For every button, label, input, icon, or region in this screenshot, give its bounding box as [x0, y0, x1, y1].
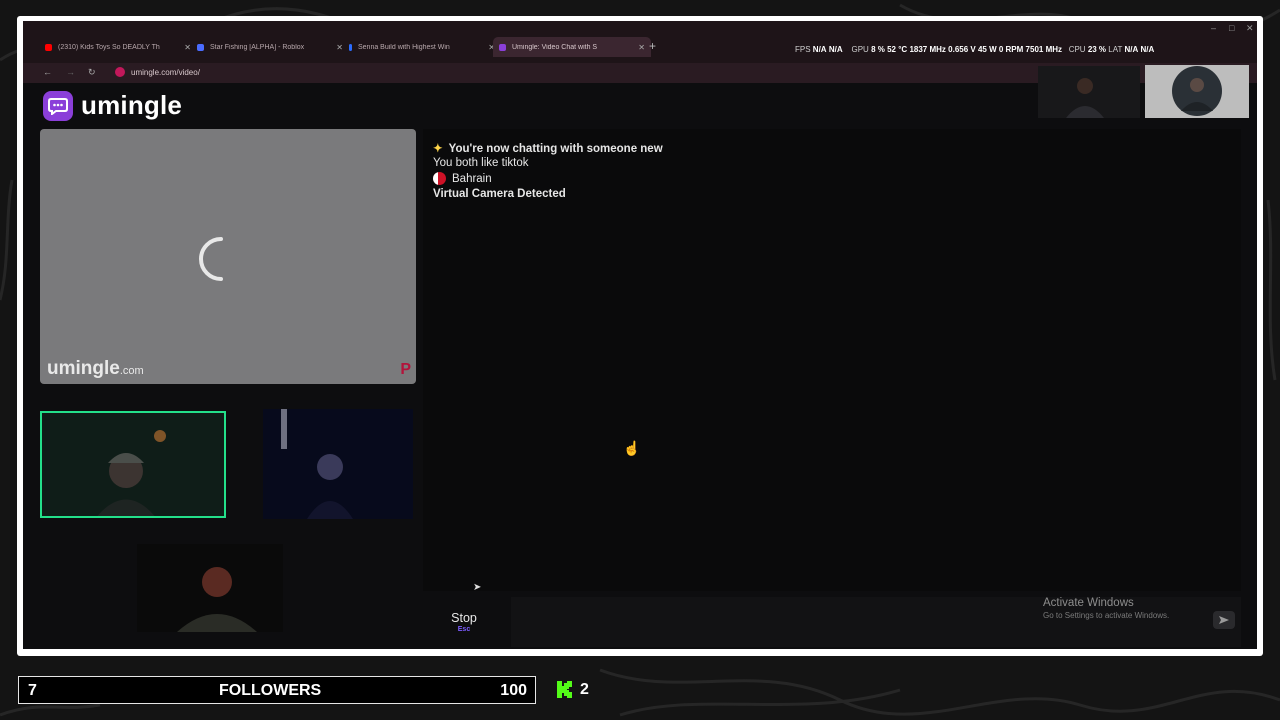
- streamer-webcam-3: [137, 544, 283, 632]
- tab-strip: (2310) Kids Toys So DEADLY Th ✕ Star Fis…: [23, 21, 1257, 63]
- new-tab-button[interactable]: +: [649, 39, 656, 53]
- forward-icon[interactable]: →: [66, 67, 75, 77]
- close-window-icon[interactable]: ✕: [1246, 23, 1254, 34]
- kick-icon: [557, 681, 572, 698]
- followers-goal: 100: [500, 682, 527, 699]
- webcam-feed-small: [1038, 66, 1140, 118]
- close-icon[interactable]: ✕: [184, 43, 191, 52]
- stop-label: Stop: [451, 611, 477, 625]
- arrow-cursor-icon: ➤: [473, 582, 482, 593]
- performance-overlay: FPS N/A N/A GPU 8 % 52 °C 1837 MHz 0.656…: [795, 45, 1155, 54]
- sparkle-icon: ✦: [433, 143, 443, 155]
- tab-umingle[interactable]: Umingle: Video Chat with S ✕: [493, 37, 651, 57]
- shortcut-hint: Esc: [457, 626, 471, 633]
- close-icon[interactable]: ✕: [638, 43, 645, 52]
- bahrain-flag-icon: [433, 172, 446, 185]
- person-silhouette: [1145, 65, 1249, 118]
- chat-bubble-icon: [43, 90, 73, 121]
- person-silhouette: [42, 413, 224, 516]
- stop-button[interactable]: Stop Esc: [423, 597, 505, 647]
- system-message-virtual-camera: Virtual Camera Detected: [433, 188, 566, 200]
- send-button[interactable]: [1213, 611, 1235, 629]
- activate-title: Activate Windows: [1043, 597, 1134, 609]
- person-silhouette: [1038, 66, 1140, 118]
- reload-icon[interactable]: ↻: [88, 67, 96, 78]
- loading-spinner-icon: [199, 237, 223, 281]
- person-silhouette: [137, 544, 283, 632]
- system-message-country: Bahrain: [433, 172, 492, 185]
- p-badge-icon: P: [400, 361, 411, 378]
- activate-windows-notice: Activate Windows Go to Settings to activ…: [1043, 597, 1169, 620]
- streamer-webcam-1: [40, 411, 226, 518]
- site-logo[interactable]: umingle: [43, 90, 182, 121]
- stranger-video: umingle.com P: [40, 129, 416, 384]
- person-silhouette: [263, 409, 413, 519]
- url-field[interactable]: umingle.com/video/: [131, 68, 200, 77]
- follower-goal-bar: 7 FOLLOWERS 100: [18, 676, 536, 704]
- youtube-icon: [45, 43, 52, 51]
- followers-label: FOLLOWERS: [219, 682, 322, 699]
- tab-youtube[interactable]: (2310) Kids Toys So DEADLY Th ✕: [39, 38, 197, 56]
- hand-cursor-icon: ☝: [623, 440, 641, 456]
- back-icon[interactable]: ←: [43, 67, 52, 77]
- kick-count: 2: [580, 681, 589, 698]
- maximize-icon[interactable]: □: [1229, 23, 1234, 33]
- streamer-webcam-2: [263, 409, 413, 519]
- roblox-icon: [197, 43, 204, 51]
- tab-senna[interactable]: Senna Build with Highest Win ✕: [343, 38, 501, 56]
- site-info-icon[interactable]: [115, 67, 125, 77]
- tab-roblox[interactable]: Star Fishing [ALPHA] - Roblox ✕: [191, 38, 349, 56]
- umingle-icon: [499, 43, 506, 51]
- followers-current: 7: [28, 682, 37, 699]
- umingle-watermark: umingle.com: [47, 358, 144, 379]
- send-icon: [1219, 616, 1229, 624]
- logo-text: umingle: [81, 90, 183, 120]
- minimize-icon[interactable]: –: [1211, 23, 1216, 33]
- tab-title: Senna Build with Highest Win: [358, 43, 450, 51]
- tab-title: Umingle: Video Chat with S: [512, 43, 598, 51]
- webcam-feed-circle: [1145, 65, 1249, 118]
- tab-title: Star Fishing [ALPHA] - Roblox: [210, 43, 305, 51]
- browser-window: (2310) Kids Toys So DEADLY Th ✕ Star Fis…: [23, 21, 1257, 649]
- site-icon: [349, 43, 352, 51]
- chat-panel: ✦ You're now chatting with someone new Yo…: [423, 129, 1241, 591]
- system-message-interest: You both like tiktok: [433, 157, 529, 169]
- activate-subtitle: Go to Settings to activate Windows.: [1043, 611, 1170, 620]
- tab-title: (2310) Kids Toys So DEADLY Th: [58, 43, 160, 51]
- close-icon[interactable]: ✕: [336, 43, 343, 52]
- system-message-new-chat: ✦ You're now chatting with someone new: [433, 143, 663, 155]
